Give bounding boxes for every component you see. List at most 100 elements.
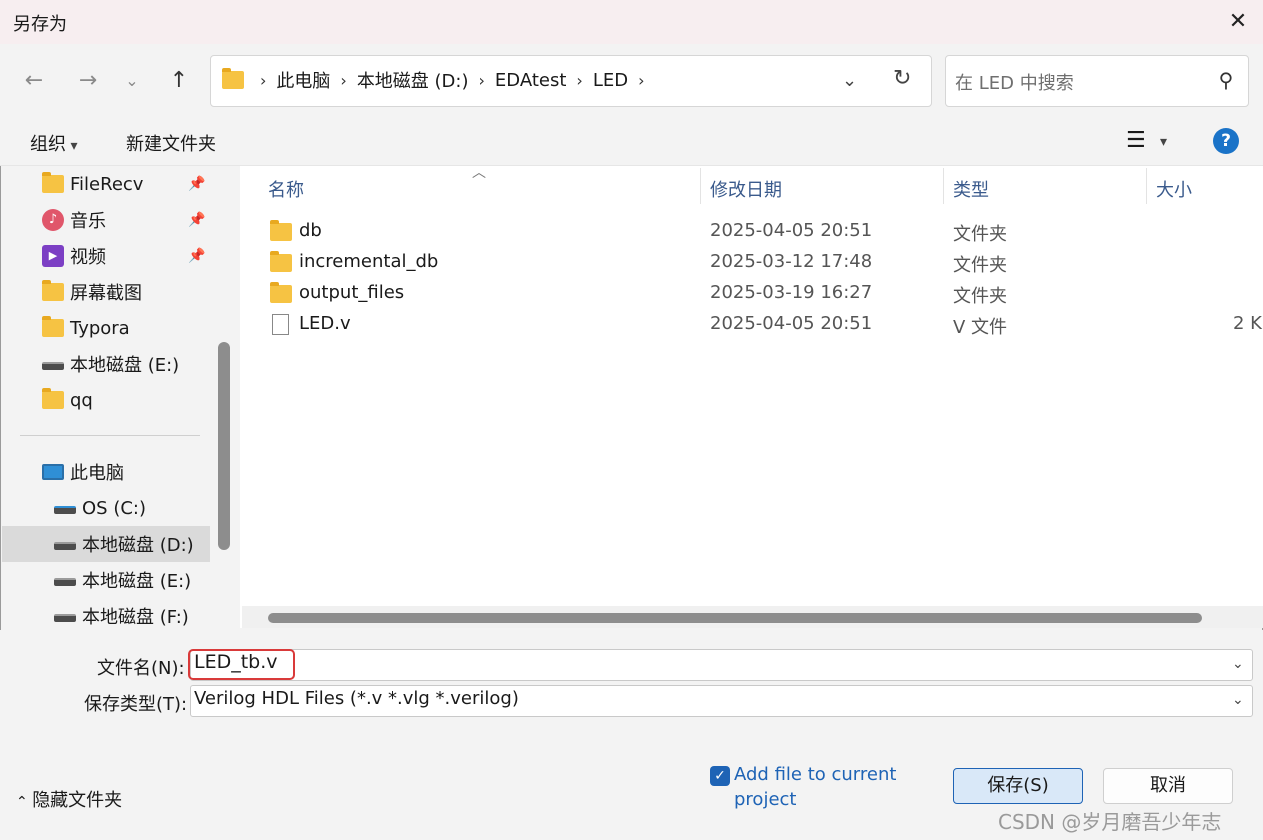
folder-icon bbox=[42, 172, 64, 193]
add-to-project-label[interactable]: Add file to current project bbox=[734, 762, 934, 812]
sidebar-item-label: qq bbox=[70, 389, 93, 411]
add-to-project-line2: project bbox=[734, 789, 797, 810]
recent-chevron-down-icon[interactable]: ⌄ bbox=[116, 64, 148, 98]
computer-icon bbox=[42, 464, 64, 480]
file-modified: 2025-03-19 16:27 bbox=[710, 282, 873, 303]
column-divider[interactable] bbox=[700, 168, 701, 204]
pin-icon[interactable]: 📌 bbox=[188, 248, 205, 264]
music-icon: ♪ bbox=[42, 209, 64, 231]
back-arrow-icon[interactable]: ← bbox=[18, 64, 50, 98]
chevron-right-icon: › bbox=[576, 70, 583, 90]
pin-icon[interactable]: 📌 bbox=[188, 176, 205, 192]
table-row[interactable]: LED.v 2025-04-05 20:51 V 文件 2 K bbox=[268, 310, 1262, 341]
file-name: output_files bbox=[299, 282, 405, 303]
sidebar-item-label: FileRecv bbox=[70, 173, 144, 195]
video-icon: ▶ bbox=[42, 245, 64, 267]
view-list-icon[interactable]: ☰ bbox=[1126, 128, 1146, 153]
address-dropdown-icon[interactable]: ⌄ bbox=[842, 70, 857, 91]
document-icon bbox=[272, 314, 289, 335]
column-header-modified[interactable]: 修改日期 bbox=[710, 176, 782, 202]
search-input[interactable]: 在 LED 中搜索 bbox=[955, 69, 1074, 95]
sidebar-item-label: 本地磁盘 (E:) bbox=[70, 355, 180, 376]
refresh-icon[interactable]: ↻ bbox=[893, 66, 911, 91]
horizontal-scrollbar[interactable] bbox=[268, 613, 1202, 623]
up-arrow-icon[interactable]: ↑ bbox=[163, 64, 195, 98]
sidebar-item-drive-f[interactable]: 本地磁盘 (F:) bbox=[2, 598, 210, 630]
table-row[interactable]: incremental_db 2025-03-12 17:48 文件夹 bbox=[268, 248, 1258, 279]
sidebar-item-label: Typora bbox=[70, 317, 130, 339]
forward-arrow-icon[interactable]: → bbox=[72, 64, 104, 98]
chevron-right-icon: › bbox=[638, 70, 645, 90]
file-name: LED.v bbox=[299, 313, 351, 334]
sidebar-item-qq[interactable]: qq bbox=[2, 382, 210, 418]
column-divider[interactable] bbox=[1146, 168, 1147, 204]
sidebar-item-this-pc[interactable]: 此电脑 bbox=[2, 454, 210, 490]
file-modified: 2025-04-05 20:51 bbox=[710, 313, 873, 334]
column-header-size[interactable]: 大小 bbox=[1156, 176, 1192, 202]
sidebar-item-label: OS (C:) bbox=[82, 497, 146, 519]
help-icon[interactable]: ? bbox=[1213, 128, 1239, 154]
sidebar-item-drive-e[interactable]: 本地磁盘 (E:) bbox=[2, 346, 210, 382]
file-modified: 2025-03-12 17:48 bbox=[710, 251, 873, 272]
table-row[interactable]: output_files 2025-03-19 16:27 文件夹 bbox=[268, 279, 1258, 310]
filetype-dropdown-icon[interactable]: ⌄ bbox=[1232, 692, 1244, 708]
sidebar-item-label: 本地磁盘 (D:) bbox=[82, 535, 194, 556]
breadcrumb-item[interactable]: LED bbox=[587, 70, 634, 91]
breadcrumb-item[interactable]: 此电脑 bbox=[270, 67, 336, 93]
sidebar-item-screenshots[interactable]: 屏幕截图 bbox=[2, 274, 210, 310]
drive-icon bbox=[54, 614, 76, 622]
folder-icon bbox=[270, 251, 292, 272]
file-type: 文件夹 bbox=[953, 255, 1007, 276]
folder-icon bbox=[42, 316, 64, 337]
file-modified: 2025-04-05 20:51 bbox=[710, 220, 873, 241]
sidebar-item-label: 此电脑 bbox=[70, 463, 124, 484]
close-icon[interactable]: ✕ bbox=[1220, 4, 1256, 40]
sidebar-item-drive-c[interactable]: OS (C:) bbox=[2, 490, 210, 526]
sidebar-item-label: 视频 bbox=[70, 247, 106, 268]
folder-icon bbox=[270, 282, 292, 303]
sidebar-item-filerecv[interactable]: FileRecv 📌 bbox=[2, 166, 210, 202]
file-name: db bbox=[299, 220, 322, 241]
file-type: 文件夹 bbox=[953, 286, 1007, 307]
cancel-button[interactable]: 取消 bbox=[1103, 768, 1233, 804]
search-icon[interactable]: ⚲ bbox=[1214, 68, 1238, 92]
chevron-right-icon: › bbox=[478, 70, 485, 90]
filename-field[interactable] bbox=[190, 649, 1253, 681]
table-row[interactable]: db 2025-04-05 20:51 文件夹 bbox=[268, 217, 1258, 248]
sidebar-item-label: 本地磁盘 (F:) bbox=[82, 607, 189, 628]
sidebar-scrollbar[interactable] bbox=[218, 342, 230, 550]
sidebar-item-typora[interactable]: Typora bbox=[2, 310, 210, 346]
add-to-project-checkbox[interactable]: ✓ bbox=[710, 766, 730, 786]
sidebar-item-video[interactable]: ▶ 视频 📌 bbox=[2, 238, 210, 274]
highlight-box bbox=[188, 649, 295, 680]
title-bar bbox=[0, 0, 1263, 44]
hide-folders-toggle[interactable]: ⌃ 隐藏文件夹 bbox=[16, 786, 122, 812]
breadcrumb-item[interactable]: 本地磁盘 (D:) bbox=[351, 67, 475, 93]
watermark: CSDN @岁月磨吾少年志 bbox=[998, 810, 1222, 834]
filetype-label: 保存类型(T): bbox=[84, 694, 188, 715]
organize-label: 组织 bbox=[30, 134, 66, 155]
os-drive-icon bbox=[54, 506, 76, 514]
filename-dropdown-icon[interactable]: ⌄ bbox=[1232, 656, 1244, 672]
column-header-name[interactable]: 名称 bbox=[268, 176, 304, 202]
pin-icon[interactable]: 📌 bbox=[188, 212, 205, 228]
filetype-value: Verilog HDL Files (*.v *.vlg *.verilog) bbox=[194, 688, 519, 709]
sidebar-item-drive-e2[interactable]: 本地磁盘 (E:) bbox=[2, 562, 210, 598]
view-dropdown-icon[interactable]: ▾ bbox=[1160, 134, 1167, 150]
navigation-pane: FileRecv 📌 ♪ 音乐 📌 ▶ 视频 📌 屏幕截图 Typora 本地磁… bbox=[2, 166, 210, 630]
save-button[interactable]: 保存(S) bbox=[953, 768, 1083, 804]
hide-folders-label: 隐藏文件夹 bbox=[32, 790, 123, 811]
folder-icon bbox=[42, 280, 64, 301]
filename-label: 文件名(N): bbox=[97, 658, 185, 679]
sidebar-item-music[interactable]: ♪ 音乐 📌 bbox=[2, 202, 210, 238]
sidebar-item-drive-d[interactable]: 本地磁盘 (D:) bbox=[2, 526, 210, 562]
file-size: 2 K bbox=[1233, 313, 1262, 334]
organize-button[interactable]: 组织 ▾ bbox=[30, 130, 77, 156]
column-divider[interactable] bbox=[943, 168, 944, 204]
dialog-title: 另存为 bbox=[13, 14, 67, 35]
breadcrumb-item[interactable]: EDAtest bbox=[489, 70, 572, 91]
column-header-type[interactable]: 类型 bbox=[953, 176, 989, 202]
sidebar-item-label: 音乐 bbox=[70, 211, 106, 232]
drive-icon bbox=[54, 578, 76, 586]
new-folder-button[interactable]: 新建文件夹 bbox=[126, 130, 216, 156]
